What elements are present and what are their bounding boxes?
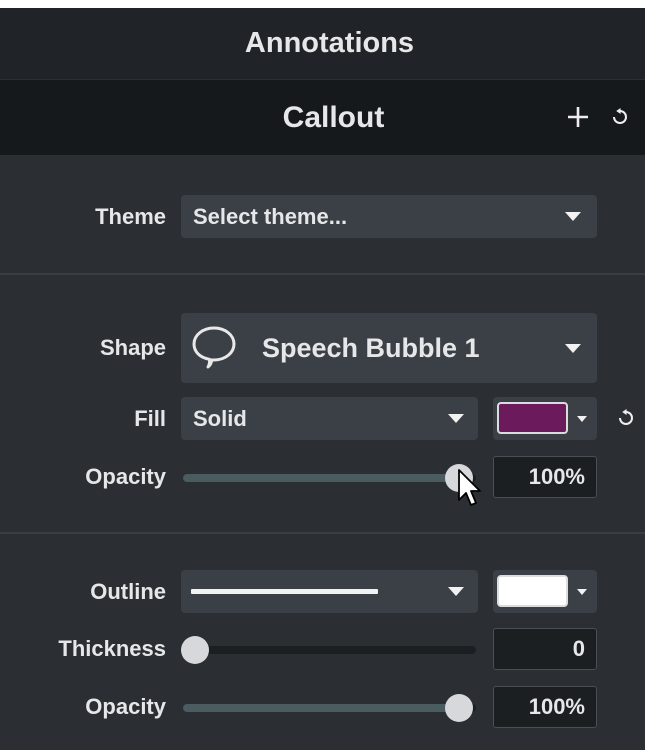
section-divider: [0, 273, 645, 275]
caret-down-icon: [448, 587, 464, 596]
thickness-label: Thickness: [58, 636, 166, 661]
fill-opacity-input[interactable]: [493, 456, 597, 498]
panel-header: Annotations: [0, 8, 645, 79]
callout-title: Callout: [282, 101, 385, 134]
slider-fill: [183, 704, 459, 712]
shape-label: Shape: [99, 335, 166, 360]
shape-dropdown[interactable]: Speech Bubble 1: [181, 313, 597, 383]
fill-opacity-label: Opacity: [85, 464, 166, 489]
theme-dropdown[interactable]: Select theme...: [181, 195, 597, 238]
panel-title: Annotations: [244, 27, 415, 59]
slider-fill: [183, 474, 459, 482]
caret-down-icon: [448, 414, 464, 423]
slider-thumb[interactable]: [181, 636, 209, 664]
fill-label: Fill: [134, 406, 166, 431]
caret-down-icon: [577, 589, 587, 595]
outline-opacity-slider[interactable]: [181, 693, 478, 723]
reset-icon[interactable]: [616, 408, 636, 433]
outline-color-swatch: [497, 575, 568, 607]
thickness-input[interactable]: [493, 628, 597, 670]
section-divider: [0, 532, 645, 534]
solid-line-icon: [191, 589, 378, 594]
outline-label: Outline: [90, 579, 166, 604]
slider-thumb[interactable]: [445, 464, 473, 492]
slider-thumb[interactable]: [445, 694, 473, 722]
theme-dropdown-value: Select theme...: [193, 204, 348, 229]
outline-style-dropdown[interactable]: [181, 570, 478, 613]
theme-label: Theme: [95, 204, 166, 229]
speech-bubble-icon: [190, 324, 238, 375]
fill-color-swatch: [497, 402, 568, 434]
fill-opacity-slider[interactable]: [181, 463, 478, 493]
plus-icon[interactable]: [566, 105, 590, 134]
thickness-slider[interactable]: [181, 635, 478, 665]
caret-down-icon: [565, 212, 581, 221]
caret-down-icon: [577, 416, 587, 422]
outline-opacity-input[interactable]: [493, 686, 597, 728]
fill-type-dropdown[interactable]: Solid: [181, 397, 478, 440]
reset-icon[interactable]: [610, 107, 630, 132]
callout-header: Callout: [0, 80, 645, 155]
top-strip: [0, 0, 645, 8]
shape-dropdown-value: Speech Bubble 1: [262, 333, 480, 363]
fill-color-picker[interactable]: [493, 397, 597, 440]
slider-track: [183, 646, 476, 654]
caret-down-icon: [565, 344, 581, 353]
outline-opacity-label: Opacity: [85, 694, 166, 719]
fill-type-value: Solid: [193, 406, 247, 431]
outline-color-picker[interactable]: [493, 570, 597, 613]
